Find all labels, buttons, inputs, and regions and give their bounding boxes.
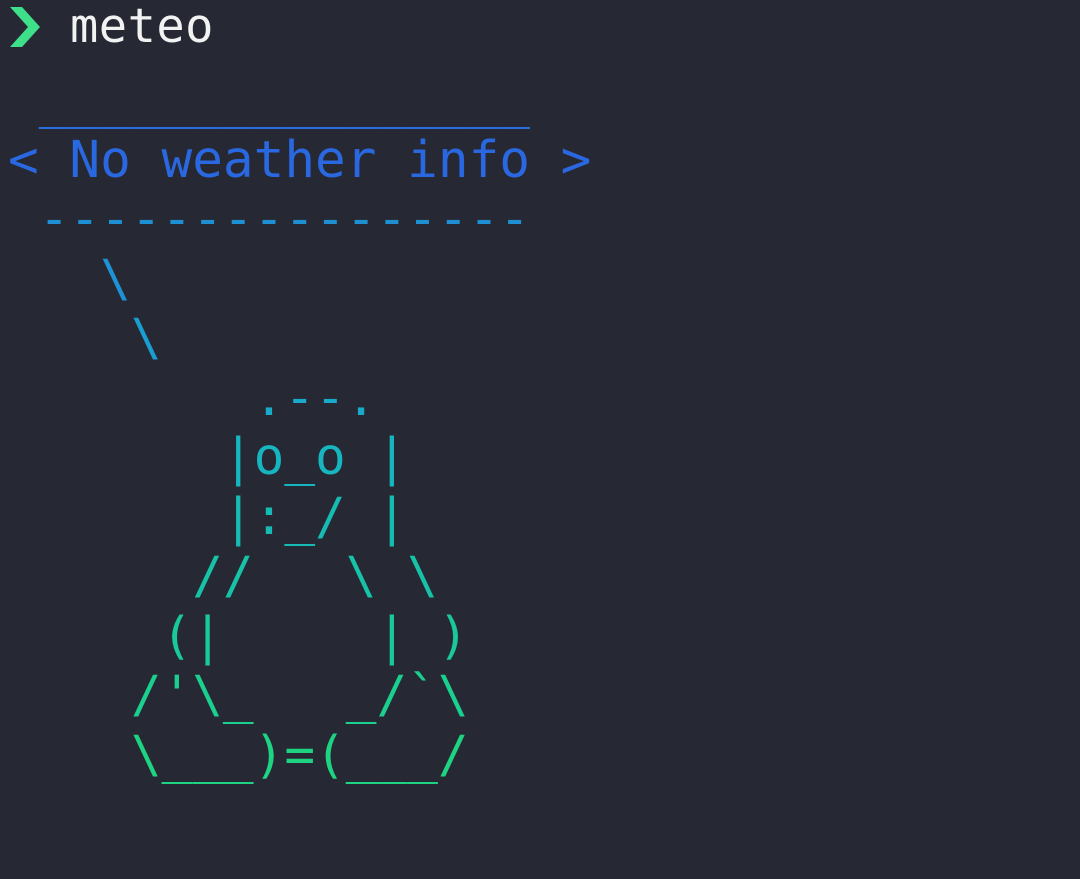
tux-line: |:_/ | bbox=[8, 487, 408, 547]
prompt-line: meteo bbox=[8, 0, 214, 58]
tux-line: \ bbox=[8, 249, 131, 309]
tux-line: (| | ) bbox=[8, 606, 469, 666]
command-output: ________________ < No weather info > ----… bbox=[8, 71, 591, 785]
speech-bubble-bottom: ---------------- bbox=[8, 190, 530, 249]
tux-line: .--. bbox=[8, 368, 377, 428]
tux-line: \ bbox=[8, 309, 162, 368]
tux-line: // \ \ bbox=[8, 547, 438, 606]
command-text: meteo bbox=[70, 0, 214, 54]
tux-line: |o_o | bbox=[8, 428, 408, 487]
tux-ascii-art: \ \ .--. |o_o | |:_/ | // \ \ (| | ) /'\… bbox=[8, 250, 591, 786]
speech-bubble-top: ________________ bbox=[8, 71, 530, 130]
chevron-right-icon bbox=[8, 5, 42, 49]
speech-bubble-text: < No weather info > bbox=[8, 130, 592, 190]
terminal-window[interactable]: meteo ________________ < No weather info … bbox=[0, 0, 1080, 879]
tux-line: \___)=(___/ bbox=[8, 725, 469, 785]
tux-line: /'\_ _/`\ bbox=[8, 666, 469, 725]
